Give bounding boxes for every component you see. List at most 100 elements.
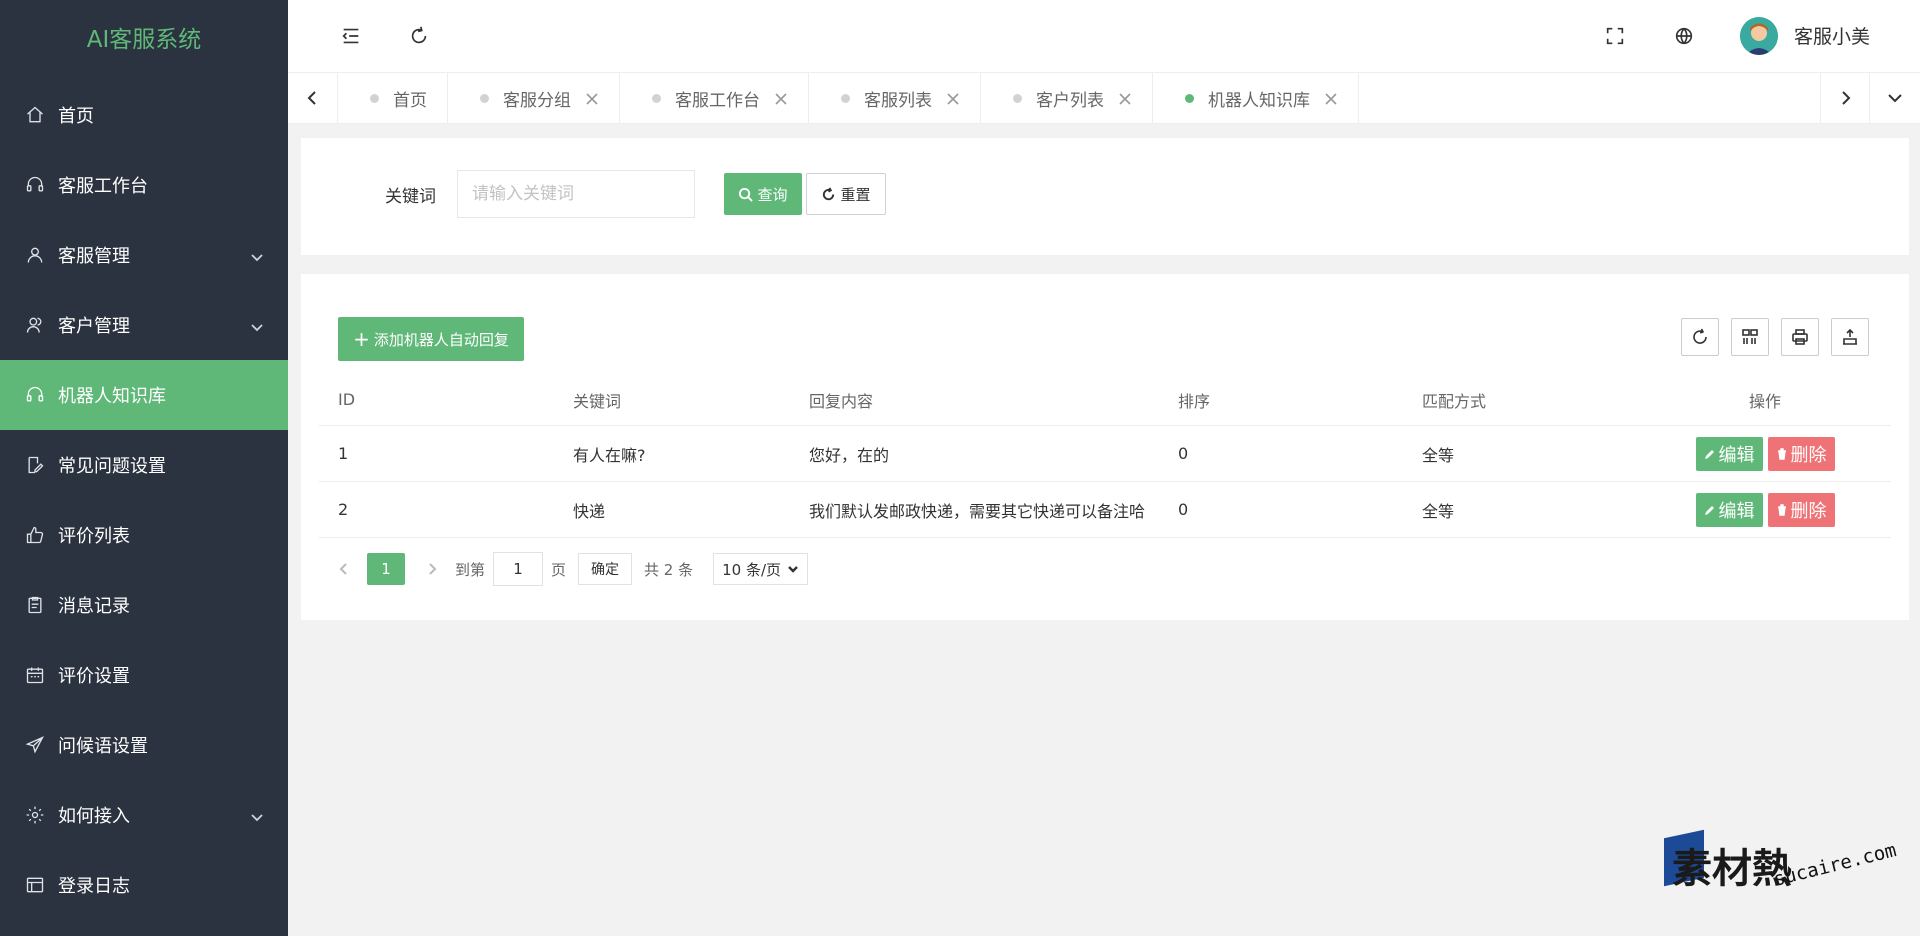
goto-confirm-button[interactable]: 确定	[578, 553, 633, 585]
menu-collapse-icon[interactable]	[335, 20, 367, 52]
avatar[interactable]	[1740, 17, 1778, 55]
tab-status-dot	[370, 93, 379, 103]
close-icon[interactable]	[1118, 91, 1132, 105]
cell-reply: 我们默认发邮政快递，需要其它快递可以备注哈	[809, 501, 1146, 521]
sidebar-item-greetings[interactable]: 问候语设置	[0, 710, 288, 780]
cell-match: 全等	[1422, 501, 1455, 521]
send-icon	[24, 734, 46, 756]
table-print-button[interactable]	[1781, 318, 1819, 356]
add-robot-reply-button[interactable]: + 添加机器人自动回复	[338, 317, 524, 361]
tabs-bar: 首页 客服分组 客服工作台 客服列表 客户列表 机器人知识库	[288, 72, 1920, 124]
sidebar-item-robot-kb[interactable]: 机器人知识库	[0, 360, 288, 430]
pagination: 1 到第 页 确定 共 2 条 10 条/页	[329, 552, 809, 586]
close-icon[interactable]	[946, 91, 960, 105]
user-name[interactable]: 客服小美	[1794, 22, 1870, 49]
page-size-select[interactable]: 10 条/页	[713, 553, 809, 585]
reset-button[interactable]: 重置	[806, 173, 886, 215]
tab-status-dot	[841, 93, 850, 103]
sidebar-item-label: 如何接入	[58, 806, 130, 827]
edit-button[interactable]: 编辑	[1695, 492, 1763, 527]
headset-icon	[24, 384, 46, 406]
tab-label: 客户列表	[1036, 90, 1104, 111]
tabs-scroll-left-icon[interactable]	[288, 73, 338, 123]
tab-label: 客服列表	[864, 90, 932, 111]
tab-status-dot	[652, 93, 661, 103]
query-button[interactable]: 查询	[724, 173, 802, 215]
brand-logo: AI客服系统	[86, 27, 202, 53]
close-icon[interactable]	[774, 91, 788, 105]
table-export-button[interactable]	[1831, 318, 1869, 356]
edit-button-label: 编辑	[1718, 500, 1755, 522]
table-columns-button[interactable]	[1731, 318, 1769, 356]
sidebar-item-faq[interactable]: 常见问题设置	[0, 430, 288, 500]
sidebar-item-integrate[interactable]: 如何接入	[0, 780, 288, 850]
sidebar-item-login-log[interactable]: 登录日志	[0, 850, 288, 920]
search-icon	[739, 187, 754, 202]
tab-agent-group[interactable]: 客服分组	[448, 73, 620, 123]
delete-button[interactable]: 删除	[1767, 492, 1835, 527]
edit-button[interactable]: 编辑	[1695, 436, 1763, 471]
reset-button-label: 重置	[840, 185, 871, 204]
pencil-icon	[1704, 505, 1714, 515]
search-panel: 关键词 查询 重置	[301, 138, 1909, 255]
goto-page-input[interactable]	[493, 552, 544, 586]
column-header-match[interactable]: 匹配方式	[1403, 388, 1639, 412]
tab-workbench[interactable]: 客服工作台	[620, 73, 809, 123]
tab-label: 首页	[393, 90, 427, 111]
sidebar-item-reviews[interactable]: 评价列表	[0, 500, 288, 570]
cell-id: 2	[338, 500, 349, 519]
tab-customer-list[interactable]: 客户列表	[981, 73, 1153, 123]
prev-page-icon[interactable]	[329, 554, 359, 584]
tab-status-dot	[480, 93, 489, 103]
column-header-keyword[interactable]: 关键词	[554, 388, 790, 412]
sidebar-item-workbench[interactable]: 客服工作台	[0, 150, 288, 220]
tabs-scroll-right-icon[interactable]	[1820, 73, 1870, 123]
sidebar-item-label: 评价列表	[58, 526, 130, 547]
chevron-down-icon	[788, 566, 798, 573]
sidebar-item-agent-manage[interactable]: 客服管理	[0, 220, 288, 290]
calendar-icon	[24, 664, 46, 686]
sidebar-item-label: 客服管理	[58, 246, 130, 267]
globe-icon[interactable]	[1668, 20, 1700, 52]
sidebar-item-label: 客服工作台	[58, 176, 148, 197]
tab-home[interactable]: 首页	[338, 73, 448, 123]
sidebar-item-home[interactable]: 首页	[0, 80, 288, 150]
column-header-sort[interactable]: 排序	[1167, 388, 1403, 412]
chevron-down-icon	[250, 809, 264, 823]
fullscreen-icon[interactable]	[1599, 20, 1631, 52]
cell-keyword: 快递	[573, 501, 606, 521]
cell-sort: 0	[1178, 444, 1189, 463]
close-icon[interactable]	[585, 91, 599, 105]
column-header-id[interactable]: ID	[319, 390, 554, 409]
close-icon[interactable]	[1324, 91, 1338, 105]
sidebar-item-customer-manage[interactable]: 客户管理	[0, 290, 288, 360]
cell-actions: 编辑 删除	[1639, 492, 1891, 527]
delete-button-label: 删除	[1790, 500, 1827, 522]
next-page-icon[interactable]	[417, 554, 447, 584]
sidebar-item-label: 常见问题设置	[58, 456, 166, 477]
page-number-current[interactable]: 1	[367, 553, 405, 585]
trash-icon	[1777, 503, 1786, 516]
keyword-input[interactable]	[457, 170, 695, 218]
trash-icon	[1777, 447, 1786, 460]
tab-agent-list[interactable]: 客服列表	[809, 73, 981, 123]
cell-keyword: 有人在嘛?	[573, 445, 646, 465]
gear-icon	[24, 804, 46, 826]
delete-button[interactable]: 删除	[1767, 436, 1835, 471]
tab-label: 客服分组	[503, 90, 571, 111]
tab-label: 客服工作台	[675, 90, 760, 111]
tabs-dropdown-icon[interactable]	[1870, 73, 1920, 123]
tab-robot-kb[interactable]: 机器人知识库	[1153, 73, 1359, 123]
table-refresh-button[interactable]	[1681, 318, 1719, 356]
edit-button-label: 编辑	[1718, 444, 1755, 466]
log-icon	[24, 874, 46, 896]
top-header: 客服小美	[288, 0, 1920, 72]
sidebar-item-review-settings[interactable]: 评价设置	[0, 640, 288, 710]
tab-label: 机器人知识库	[1208, 90, 1310, 111]
sidebar-item-messages[interactable]: 消息记录	[0, 570, 288, 640]
refresh-icon[interactable]	[403, 20, 435, 52]
cell-id: 1	[338, 444, 349, 463]
delete-button-label: 删除	[1790, 444, 1827, 466]
table-row: 2 快递 我们默认发邮政快递，需要其它快递可以备注哈 0 全等 编辑 删除	[319, 482, 1891, 538]
column-header-reply[interactable]: 回复内容	[790, 388, 1167, 412]
